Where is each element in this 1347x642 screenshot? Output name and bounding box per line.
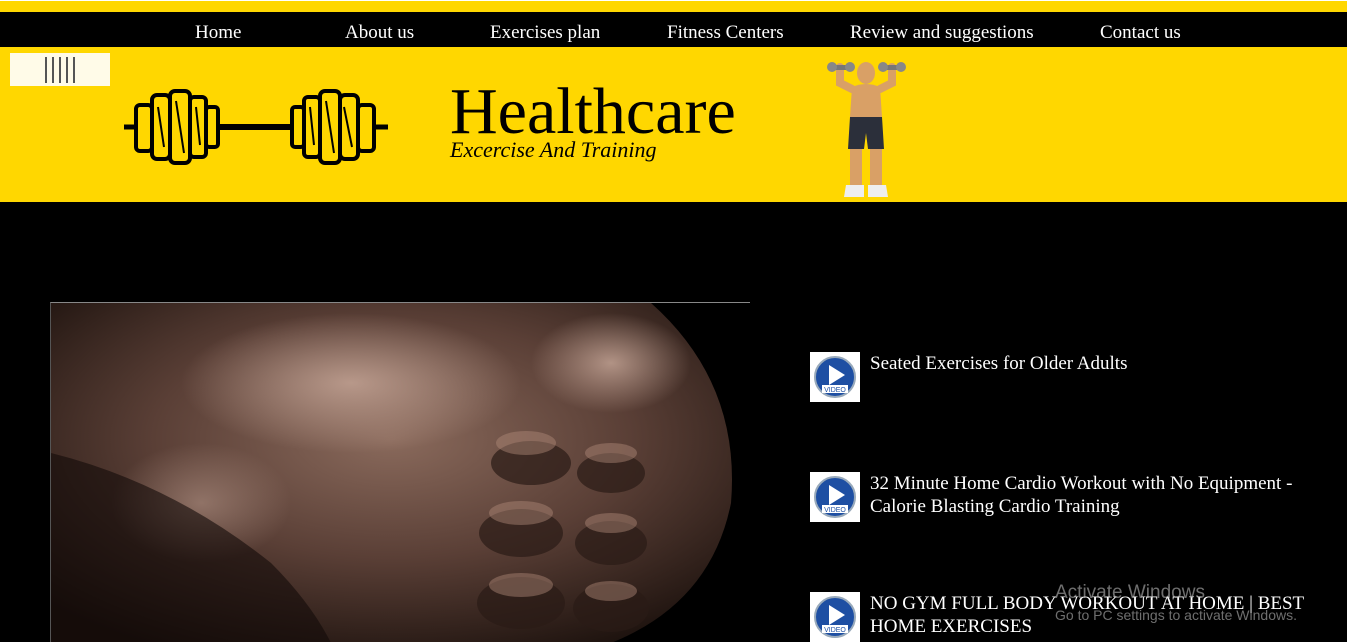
video-badge-label: VIDEO (824, 507, 846, 514)
video-title[interactable]: Seated Exercises for Older Adults (870, 352, 1340, 375)
hero-image (50, 302, 750, 642)
activation-watermark-text: Go to PC settings to activate Windows. (1055, 607, 1297, 623)
bodybuilder-illustration (827, 62, 906, 197)
dumbbell-icon (124, 89, 388, 165)
menu-toggle-button[interactable] (10, 53, 110, 86)
video-play-icon[interactable]: VIDEO (810, 352, 860, 402)
top-accent-stripe (0, 0, 1347, 12)
video-badge-label: VIDEO (824, 387, 846, 394)
nav-home[interactable]: Home (195, 22, 241, 44)
video-badge-label: VIDEO (824, 627, 846, 634)
menu-bars-icon (45, 56, 75, 83)
activation-watermark-title: Activate Windows (1055, 582, 1205, 603)
nav-contact-us[interactable]: Contact us (1100, 22, 1181, 44)
nav-review-suggestions[interactable]: Review and suggestions (850, 22, 1034, 44)
nav-exercises-plan[interactable]: Exercises plan (490, 22, 600, 44)
nav-fitness-centers[interactable]: Fitness Centers (667, 22, 784, 44)
site-header: Healthcare Excercise And Training (0, 47, 1347, 202)
brand-subtitle: Excercise And Training (450, 137, 657, 162)
video-title[interactable]: 32 Minute Home Cardio Workout with No Eq… (870, 472, 1340, 518)
nav-about-us[interactable]: About us (345, 22, 414, 44)
video-play-icon[interactable]: VIDEO (810, 592, 860, 642)
brand-title: Healthcare (450, 75, 736, 148)
video-play-icon[interactable]: VIDEO (810, 472, 860, 522)
main-navigation: Home About us Exercises plan Fitness Cen… (0, 12, 1347, 47)
